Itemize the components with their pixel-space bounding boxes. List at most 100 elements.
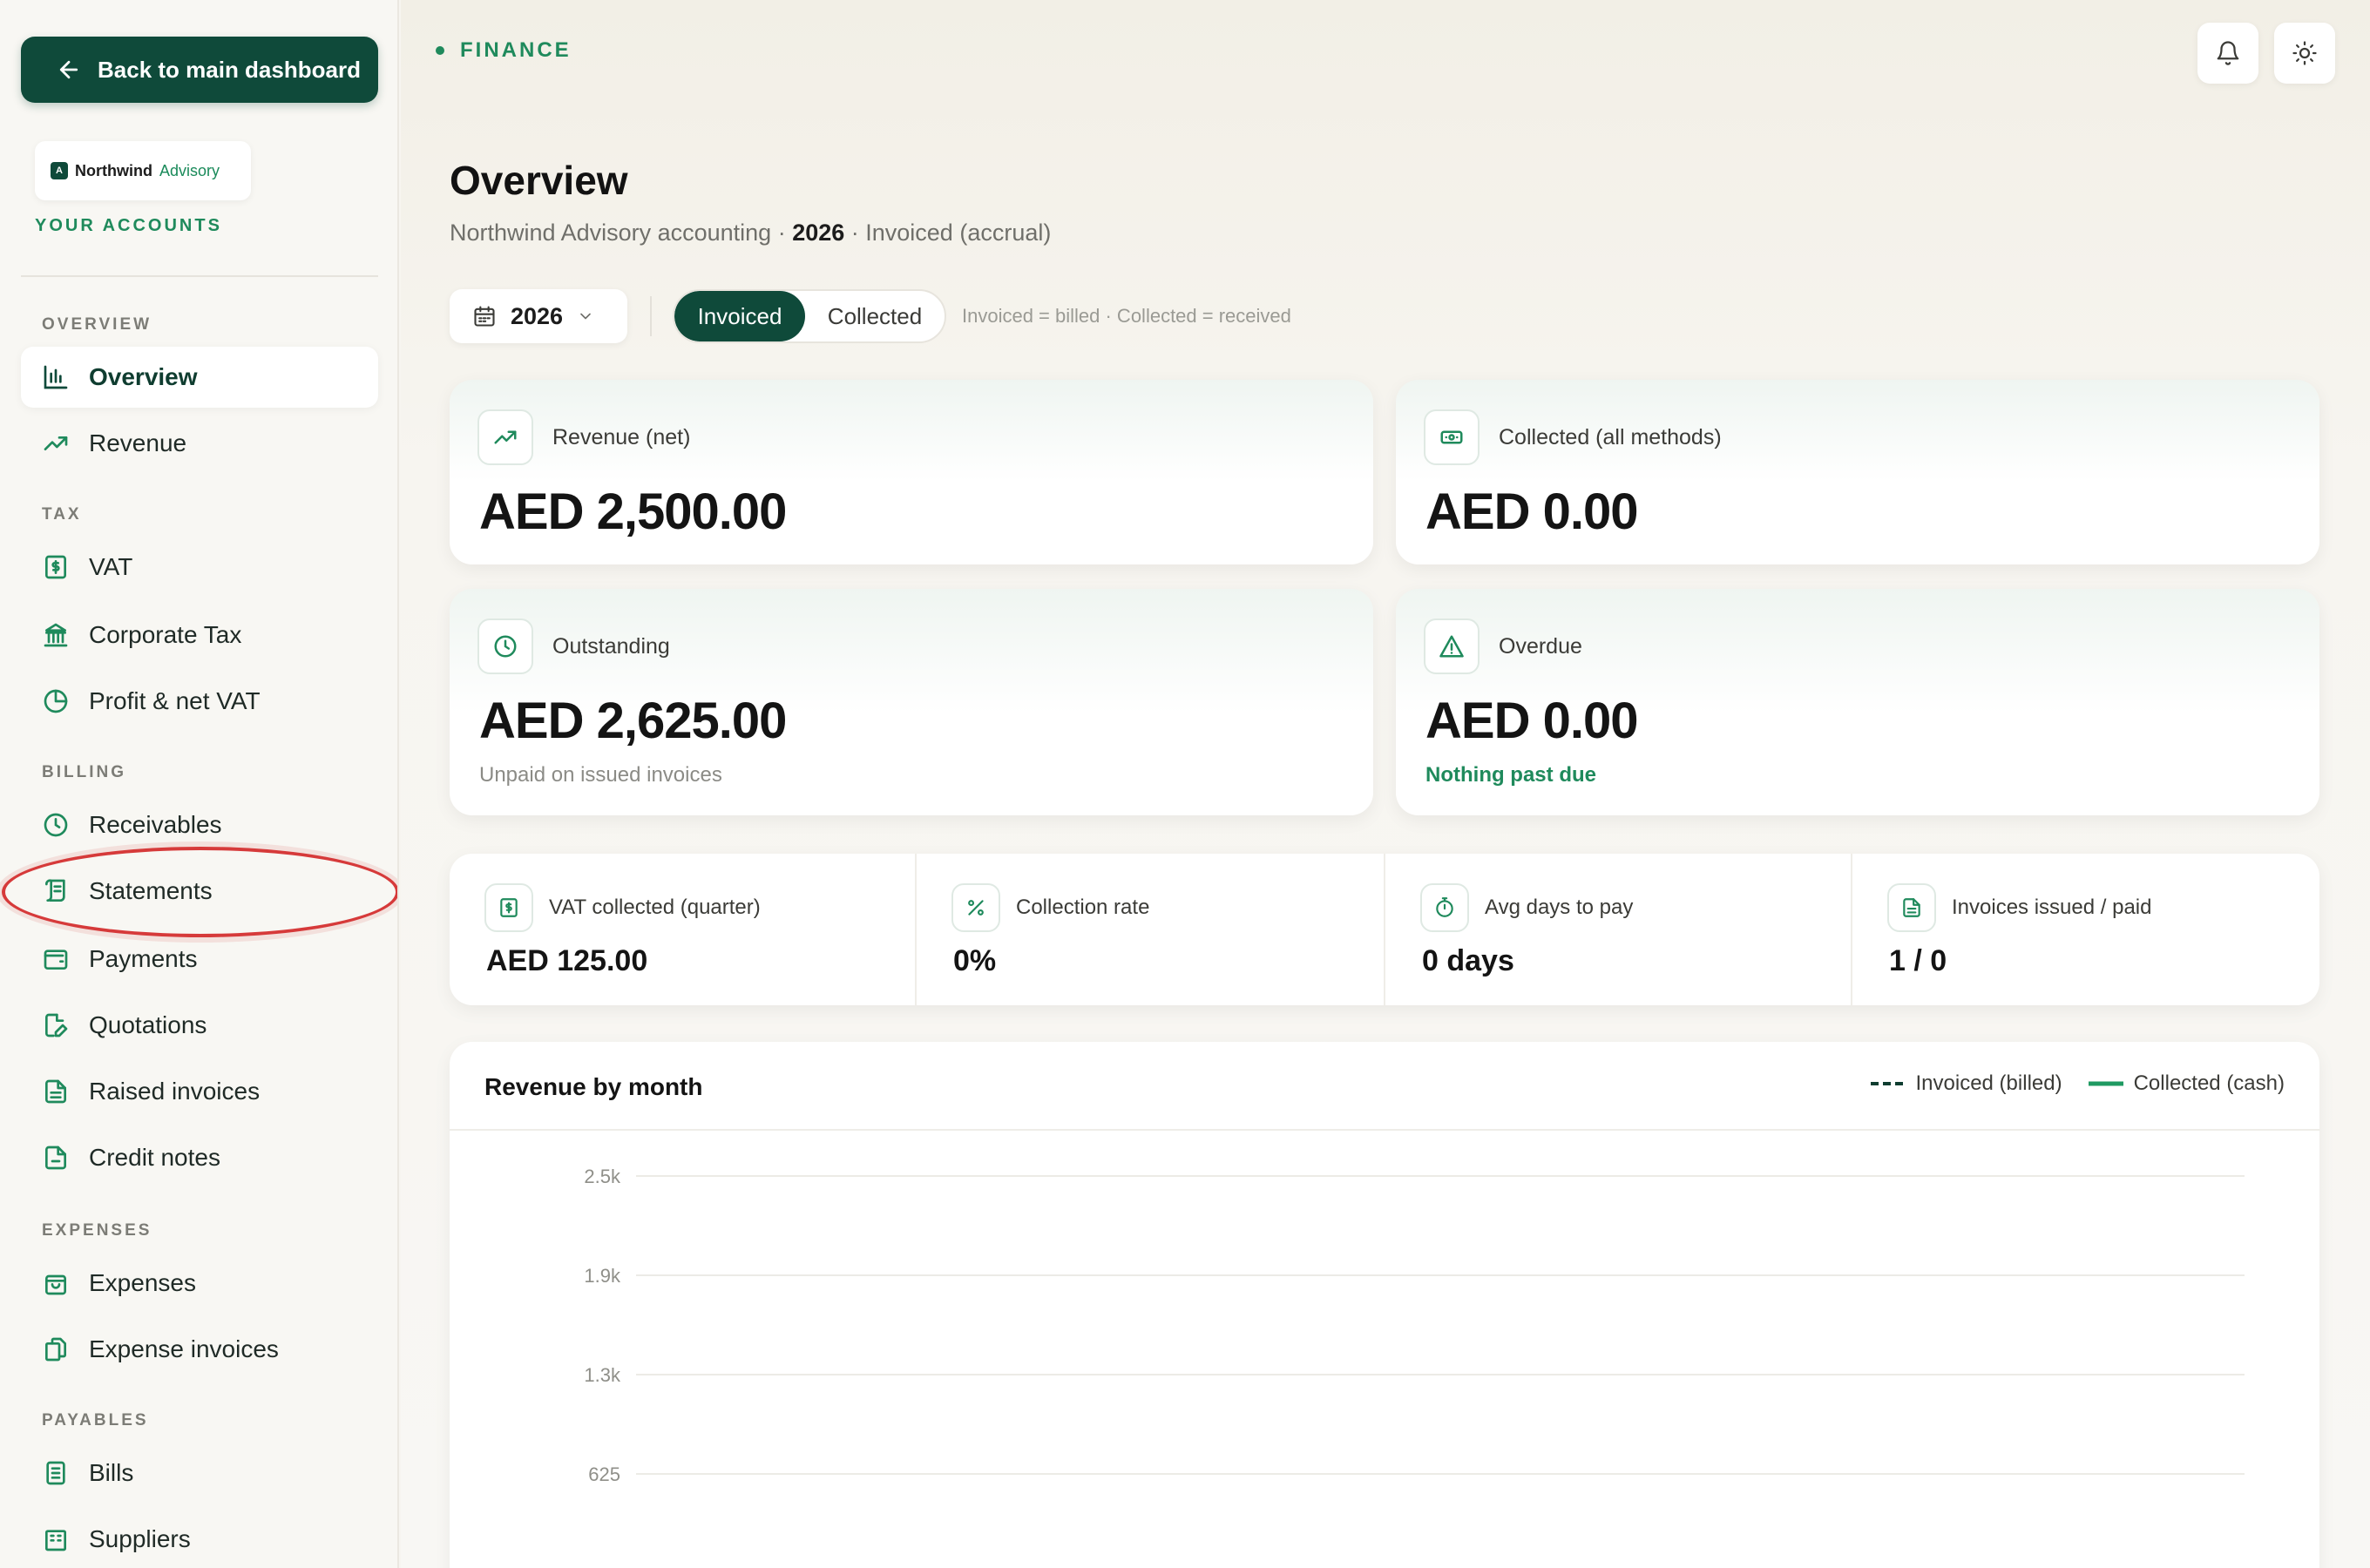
sidebar-item-label: Payments	[89, 945, 198, 972]
y-tick-label: 1.3k	[584, 1364, 621, 1386]
kpi-value: AED 2,625.00	[479, 693, 787, 749]
receipt-icon	[46, 1461, 65, 1485]
nav-section-billing: BILLING	[42, 763, 126, 781]
sidebar-item-expense-invoices[interactable]: Expense invoices	[21, 1319, 378, 1380]
revenue-chart-card: Revenue by month Invoiced (billed) Colle…	[450, 1042, 2319, 1568]
nav-section-overview: OVERVIEW	[42, 315, 152, 334]
sidebar-item-label: VAT	[89, 553, 133, 580]
sidebar-item-label: Raised invoices	[89, 1078, 261, 1105]
stat-icon-box	[951, 883, 1000, 932]
filter-divider	[650, 296, 652, 336]
file-text-icon	[45, 1079, 66, 1104]
sidebar: Back to main dashboard A Northwind Advis…	[0, 0, 399, 1568]
basis-toggle: Invoiced Collected	[673, 289, 946, 343]
kpi-header: Revenue (net)	[477, 409, 690, 465]
main-content: FINANCE Overview Northwind Advisory acco…	[401, 0, 2370, 1568]
account-switcher[interactable]: A Northwind Advisory	[35, 141, 251, 200]
your-accounts-link[interactable]: YOUR ACCOUNTS	[35, 216, 222, 236]
sidebar-item-label: Suppliers	[89, 1525, 191, 1552]
legend-item-invoiced[interactable]: Invoiced (billed)	[1870, 1071, 2062, 1096]
breadcrumb: FINANCE	[436, 38, 572, 63]
brand-logo-mark: A	[51, 162, 68, 179]
stat-value: AED 125.00	[486, 944, 648, 977]
trending-up-icon	[494, 430, 517, 444]
files-icon	[45, 1337, 66, 1362]
stat-label: Invoices issued / paid	[1952, 896, 2152, 919]
pie-chart-icon	[44, 689, 68, 713]
bell-icon	[2217, 41, 2239, 65]
sidebar-item-raised-invoices[interactable]: Raised invoices	[21, 1061, 378, 1122]
sidebar-item-corporate-tax[interactable]: Corporate Tax	[21, 605, 378, 666]
sidebar-item-label: Bills	[89, 1459, 134, 1486]
kpi-card-revenue: Revenue (net) AED 2,500.00	[450, 380, 1373, 564]
chart-plot-area: 2.5k 1.9k 1.3k 625	[584, 1166, 2245, 1485]
kpi-label: Overdue	[1499, 633, 1582, 659]
building-icon	[45, 1530, 66, 1551]
nav-section-tax: TAX	[42, 505, 82, 524]
stat-label: Collection rate	[1016, 896, 1150, 919]
stat-icon-box	[1420, 883, 1469, 932]
kpi-note: Nothing past due	[1425, 763, 1596, 787]
warning-triangle-icon	[1439, 635, 1464, 658]
stat-value: 0%	[953, 944, 997, 977]
sidebar-item-label: Profit & net VAT	[89, 687, 261, 714]
stat-label: VAT collected (quarter)	[549, 896, 761, 919]
toggle-invoiced[interactable]: Invoiced	[674, 291, 805, 341]
sidebar-item-expenses[interactable]: Expenses	[21, 1253, 378, 1314]
sidebar-item-payments[interactable]: Payments	[21, 929, 378, 990]
toggle-collected[interactable]: Collected	[805, 291, 945, 341]
sidebar-divider	[21, 275, 378, 277]
sidebar-item-label: Quotations	[89, 1011, 207, 1038]
chart-title: Revenue by month	[484, 1073, 703, 1100]
kpi-icon-box	[1424, 409, 1480, 465]
sidebar-item-revenue[interactable]: Revenue	[21, 413, 378, 474]
calendar-icon	[474, 306, 495, 327]
sidebar-item-quotations[interactable]: Quotations	[21, 995, 378, 1056]
year-select[interactable]: 2026	[450, 289, 627, 343]
toggle-hint: Invoiced = billed · Collected = received	[962, 305, 1291, 327]
subtitle-year: 2026	[792, 220, 845, 246]
shopping-bag-icon	[45, 1274, 66, 1295]
nav-section-payables: PAYABLES	[42, 1411, 149, 1429]
sidebar-item-suppliers[interactable]: Suppliers	[21, 1509, 378, 1568]
back-to-dashboard-button[interactable]: Back to main dashboard	[21, 37, 378, 103]
brand-subname: Advisory	[159, 161, 220, 179]
stat-invoices-issued-paid: Invoices issued / paid 1 / 0	[1852, 854, 2319, 1005]
sidebar-item-label: Expenses	[89, 1269, 196, 1296]
percent-icon	[968, 900, 984, 916]
sidebar-item-overview[interactable]: Overview	[21, 347, 378, 408]
legend-item-collected[interactable]: Collected (cash)	[2088, 1071, 2285, 1096]
subtitle-prefix: Northwind Advisory accounting ·	[450, 220, 793, 246]
subtitle-suffix: · Invoiced (accrual)	[844, 220, 1052, 246]
stat-header: Avg days to pay	[1420, 883, 1633, 932]
stopwatch-icon	[1436, 897, 1453, 917]
stats-row: VAT collected (quarter) AED 125.00 Colle…	[450, 854, 2319, 1005]
nav-section-expenses: EXPENSES	[42, 1221, 152, 1240]
page-subtitle: Northwind Advisory accounting · 2026 · I…	[450, 220, 1051, 247]
clock-icon	[494, 635, 517, 658]
stat-header: VAT collected (quarter)	[484, 883, 761, 932]
kpi-header: Overdue	[1424, 618, 1582, 674]
sidebar-item-profit-vat[interactable]: Profit & net VAT	[21, 671, 378, 732]
y-tick-label: 2.5k	[584, 1166, 621, 1187]
kpi-value: AED 0.00	[1425, 483, 1638, 540]
file-edit-icon	[45, 1013, 68, 1037]
sidebar-item-bills[interactable]: Bills	[21, 1443, 378, 1504]
sidebar-item-credit-notes[interactable]: Credit notes	[21, 1127, 378, 1188]
notifications-button[interactable]	[2197, 23, 2258, 84]
kpi-icon-box	[1424, 618, 1480, 674]
stat-header: Invoices issued / paid	[1887, 883, 2151, 932]
theme-toggle-button[interactable]	[2274, 23, 2335, 84]
sidebar-item-vat[interactable]: VAT	[21, 537, 378, 598]
kpi-label: Collected (all methods)	[1499, 424, 1722, 449]
kpi-header: Outstanding	[477, 618, 670, 674]
kpi-value: AED 2,500.00	[479, 483, 787, 540]
arrow-left-icon	[59, 60, 78, 79]
stat-icon-box	[484, 883, 533, 932]
stat-header: Collection rate	[951, 883, 1149, 932]
receipt-dollar-icon	[45, 555, 66, 579]
page-title: Overview	[450, 158, 628, 203]
sidebar-item-label: Overview	[89, 363, 198, 390]
stat-collection-rate: Collection rate 0%	[917, 854, 1385, 1005]
kpi-header: Collected (all methods)	[1424, 409, 1722, 465]
